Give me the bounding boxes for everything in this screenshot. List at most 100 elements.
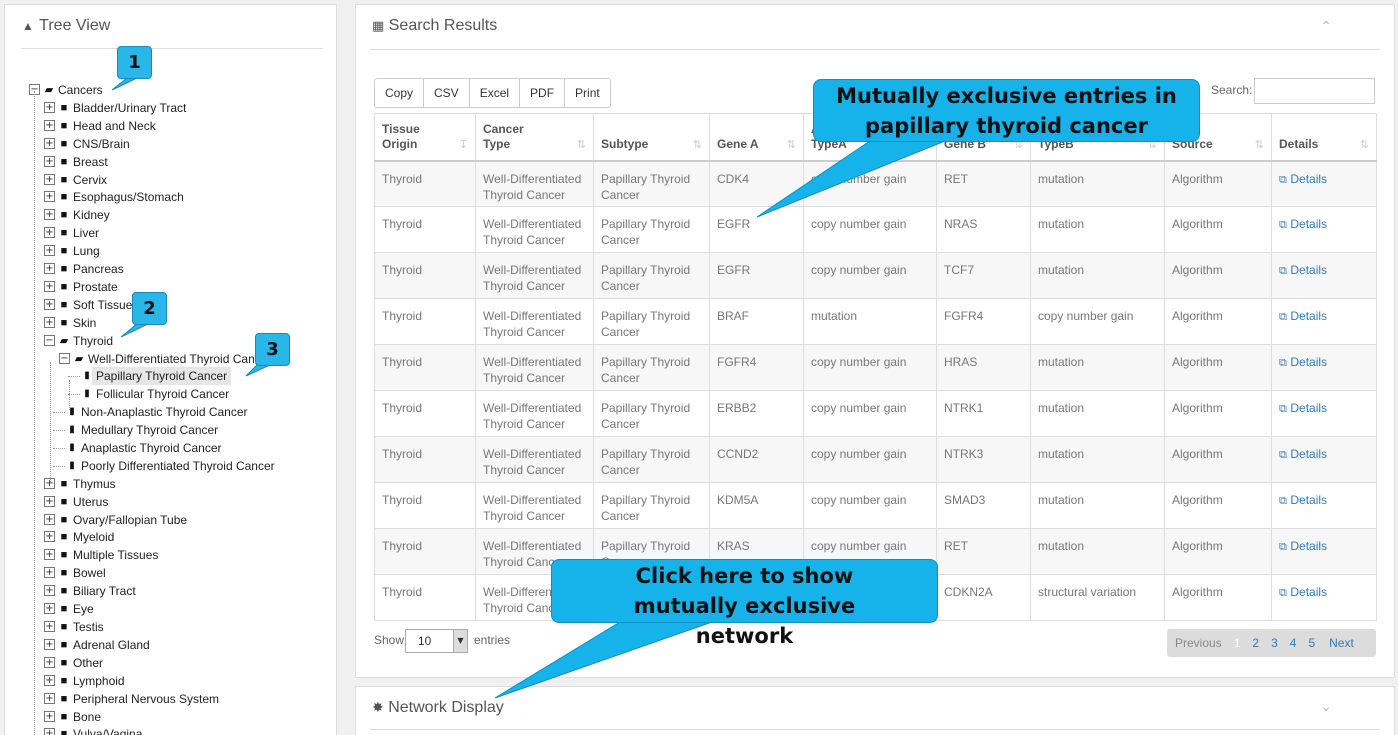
tree-node[interactable]: + ■ Lymphoid bbox=[5, 672, 335, 690]
pagination-next[interactable]: Next bbox=[1321, 636, 1360, 650]
tree-node[interactable]: + ■ Bone bbox=[5, 708, 335, 726]
expand-icon[interactable]: + bbox=[44, 531, 55, 542]
column-header[interactable]: Tissue Origin ↧ bbox=[374, 113, 476, 162]
tree-node[interactable]: + ■ Testis bbox=[5, 618, 335, 636]
details-link[interactable]: Details bbox=[1290, 493, 1327, 507]
tree-node[interactable]: + ■ Lung bbox=[5, 242, 335, 260]
expand-icon[interactable]: + bbox=[44, 603, 55, 614]
expand-icon[interactable]: + bbox=[44, 227, 55, 238]
expand-icon[interactable]: + bbox=[44, 317, 55, 328]
expand-icon[interactable]: + bbox=[44, 281, 55, 292]
sort-icon[interactable]: ⇅ bbox=[787, 137, 796, 152]
network-display-header[interactable]: ✸ Network Display bbox=[372, 699, 504, 717]
pagination-page[interactable]: 2 bbox=[1246, 636, 1265, 650]
tree-node[interactable]: + ■ Kidney bbox=[5, 206, 335, 224]
tree-node[interactable]: + ■ Pancreas bbox=[5, 260, 335, 278]
tree-node[interactable]: + ■ Myeloid bbox=[5, 528, 335, 546]
table-cell[interactable]: ⧉ Details bbox=[1271, 160, 1377, 207]
tree-node[interactable]: + ■ Adrenal Gland bbox=[5, 636, 335, 654]
expand-icon[interactable]: + bbox=[44, 711, 55, 722]
expand-icon[interactable]: + bbox=[44, 174, 55, 185]
page-size-select[interactable]: 10 ▼ bbox=[405, 629, 468, 653]
table-cell[interactable]: ⧉ Details bbox=[1271, 482, 1377, 529]
pagination-previous[interactable]: Previous bbox=[1167, 636, 1228, 650]
details-link[interactable]: Details bbox=[1290, 309, 1327, 323]
sort-icon[interactable]: ⇅ bbox=[693, 137, 702, 152]
expand-icon[interactable]: + bbox=[44, 675, 55, 686]
expand-icon[interactable]: + bbox=[44, 549, 55, 560]
tree-node[interactable]: + ■ Prostate bbox=[5, 278, 335, 296]
expand-icon[interactable]: + bbox=[44, 138, 55, 149]
tree-node[interactable]: + ■ Vulva/Vagina bbox=[5, 725, 335, 735]
tree-node[interactable]: ▮ Poorly Differentiated Thyroid Cancer bbox=[5, 457, 335, 475]
details-link[interactable]: Details bbox=[1290, 447, 1327, 461]
table-cell[interactable]: ⧉ Details bbox=[1271, 298, 1377, 345]
sort-icon[interactable]: ⇅ bbox=[1360, 137, 1369, 152]
chevron-down-icon[interactable]: ⌄ bbox=[1320, 699, 1332, 715]
tree-node[interactable]: + ■ CNS/Brain bbox=[5, 135, 335, 153]
expand-icon[interactable]: + bbox=[44, 263, 55, 274]
expand-icon[interactable]: + bbox=[44, 245, 55, 256]
column-header[interactable]: Details ⇅ bbox=[1271, 113, 1377, 162]
tree-node[interactable]: + ■ Cervix bbox=[5, 171, 335, 189]
expand-icon[interactable]: + bbox=[44, 514, 55, 525]
expand-icon[interactable]: + bbox=[44, 657, 55, 668]
details-link[interactable]: Details bbox=[1290, 585, 1327, 599]
tree-node[interactable]: + ■ Peripheral Nervous System bbox=[5, 690, 335, 708]
chevron-up-icon[interactable]: ⌃ bbox=[1320, 19, 1332, 35]
tree-node[interactable]: ▮ Papillary Thyroid Cancer bbox=[5, 367, 335, 385]
sort-icon[interactable]: ⇅ bbox=[1255, 137, 1264, 152]
pagination-page[interactable]: 5 bbox=[1302, 636, 1321, 650]
table-cell[interactable]: ⧉ Details bbox=[1271, 206, 1377, 253]
details-link[interactable]: Details bbox=[1290, 263, 1327, 277]
details-link[interactable]: Details bbox=[1290, 539, 1327, 553]
details-link[interactable]: Details bbox=[1290, 355, 1327, 369]
collapse-icon[interactable]: − bbox=[59, 353, 70, 364]
tree-node[interactable]: + ■ Bowel bbox=[5, 564, 335, 582]
expand-icon[interactable]: + bbox=[44, 639, 55, 650]
table-cell[interactable]: ⧉ Details bbox=[1271, 436, 1377, 483]
tree-node[interactable]: + ■ Uterus bbox=[5, 493, 335, 511]
details-link[interactable]: Details bbox=[1290, 217, 1327, 231]
column-header[interactable]: Gene A ⇅ bbox=[709, 113, 804, 162]
print-button[interactable]: Print bbox=[564, 78, 611, 108]
tree-node[interactable]: + ■ Eye bbox=[5, 600, 335, 618]
tree-node[interactable]: + ■ Ovary/Fallopian Tube bbox=[5, 511, 335, 529]
tree-node[interactable]: + ■ Biliary Tract bbox=[5, 582, 335, 600]
expand-icon[interactable]: + bbox=[44, 191, 55, 202]
expand-icon[interactable]: + bbox=[44, 299, 55, 310]
search-results-header[interactable]: ▦ Search Results bbox=[372, 17, 497, 35]
sort-icon[interactable]: ↧ bbox=[459, 137, 468, 152]
details-link[interactable]: Details bbox=[1290, 401, 1327, 415]
expand-icon[interactable]: + bbox=[44, 209, 55, 220]
tree-node[interactable]: ▮ Non-Anaplastic Thyroid Cancer bbox=[5, 403, 335, 421]
search-input[interactable] bbox=[1254, 78, 1375, 104]
table-cell[interactable]: ⧉ Details bbox=[1271, 574, 1377, 621]
tree-node[interactable]: ▮ Anaplastic Thyroid Cancer bbox=[5, 439, 335, 457]
column-header[interactable]: Subtype ⇅ bbox=[593, 113, 710, 162]
expand-icon[interactable]: + bbox=[44, 585, 55, 596]
expand-icon[interactable]: + bbox=[44, 496, 55, 507]
table-cell[interactable]: ⧉ Details bbox=[1271, 252, 1377, 299]
excel-button[interactable]: Excel bbox=[468, 78, 521, 108]
expand-icon[interactable]: + bbox=[44, 156, 55, 167]
table-cell[interactable]: ⧉ Details bbox=[1271, 390, 1377, 437]
csv-button[interactable]: CSV bbox=[423, 78, 470, 108]
tree-node[interactable]: + ■ Soft Tissue bbox=[5, 296, 335, 314]
tree-node[interactable]: + ■ Esophagus/Stomach bbox=[5, 188, 335, 206]
tree-node[interactable]: + ■ Breast bbox=[5, 153, 335, 171]
expand-icon[interactable]: + bbox=[44, 567, 55, 578]
column-header[interactable]: Cancer Type ⇅ bbox=[475, 113, 594, 162]
tree-node[interactable]: + ■ Thymus bbox=[5, 475, 335, 493]
pagination-page[interactable]: 3 bbox=[1265, 636, 1284, 650]
expand-icon[interactable]: + bbox=[44, 693, 55, 704]
tree-node[interactable]: + ■ Head and Neck bbox=[5, 117, 335, 135]
expand-icon[interactable]: + bbox=[44, 120, 55, 131]
expand-icon[interactable]: + bbox=[44, 728, 55, 735]
tree-node[interactable]: + ■ Multiple Tissues bbox=[5, 546, 335, 564]
tree-node[interactable]: + ■ Other bbox=[5, 654, 335, 672]
pagination-page[interactable]: 4 bbox=[1284, 636, 1303, 650]
copy-button[interactable]: Copy bbox=[374, 78, 425, 108]
pagination-page[interactable]: 1 bbox=[1228, 636, 1247, 650]
pdf-button[interactable]: PDF bbox=[519, 78, 566, 108]
